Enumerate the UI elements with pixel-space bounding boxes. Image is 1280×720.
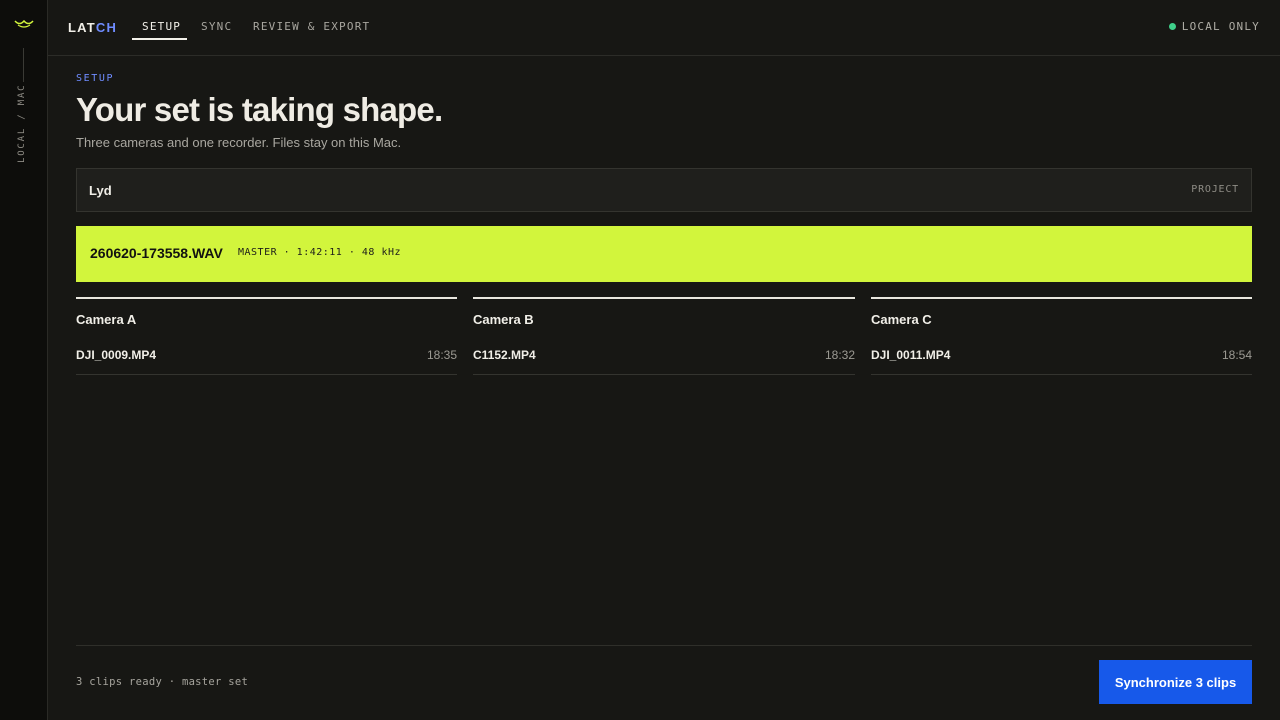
clip-row[interactable]: DJI_0011.MP4 18:54: [871, 339, 1252, 375]
side-rail: LOCAL / MAC: [0, 0, 48, 720]
status-label: LOCAL ONLY: [1181, 20, 1260, 33]
synchronize-button[interactable]: Synchronize 3 clips: [1099, 660, 1252, 704]
footer-status: 3 clips ready · master set: [76, 676, 249, 688]
page-title: Your set is taking shape.: [76, 91, 443, 128]
rail-divider: [23, 48, 24, 82]
section-eyebrow: SETUP: [76, 73, 115, 84]
wave-icon: [14, 19, 34, 28]
master-audio-card[interactable]: 260620-173558.WAV MASTER · 1:42:11 · 48 …: [76, 226, 1252, 282]
project-tag: PROJECT: [1191, 184, 1239, 195]
master-file-meta: MASTER · 1:42:11 · 48 kHz: [238, 247, 402, 258]
clip-duration: 18:35: [426, 348, 457, 362]
brand-logo: LATCH: [68, 20, 117, 35]
connection-status: LOCAL ONLY: [1168, 20, 1260, 33]
camera-column-c: Camera C DJI_0011.MP4 18:54: [871, 297, 1252, 375]
clip-row[interactable]: C1152.MP4 18:32: [473, 339, 855, 375]
clip-duration: 18:32: [824, 348, 855, 362]
clip-duration: 18:54: [1221, 348, 1252, 362]
clip-name: DJI_0009.MP4: [76, 348, 157, 362]
camera-column-b: Camera B C1152.MP4 18:32: [473, 297, 855, 375]
clip-name: C1152.MP4: [473, 348, 536, 362]
project-name: Lyd: [89, 183, 112, 198]
project-name-field[interactable]: Lyd PROJECT: [76, 168, 1252, 212]
top-bar: LATCH SETUP SYNC REVIEW & EXPORT LOCAL O…: [48, 0, 1280, 56]
rail-label: LOCAL / MAC: [17, 83, 27, 163]
camera-title: Camera B: [473, 312, 534, 327]
footer-divider: [76, 645, 1252, 646]
brand-suffix: CH: [95, 20, 118, 35]
tab-setup[interactable]: SETUP: [142, 20, 181, 33]
brand-prefix: LAT: [68, 20, 96, 35]
camera-title: Camera C: [871, 312, 932, 327]
tab-sync[interactable]: SYNC: [201, 20, 232, 33]
camera-column-a: Camera A DJI_0009.MP4 18:35: [76, 297, 457, 375]
page-subtitle: Three cameras and one recorder. Files st…: [76, 135, 402, 150]
clip-name: DJI_0011.MP4: [871, 348, 951, 362]
master-file-name: 260620-173558.WAV: [90, 245, 223, 261]
status-dot-icon: [1168, 23, 1176, 30]
tab-review-export[interactable]: REVIEW & EXPORT: [253, 20, 370, 33]
clip-row[interactable]: DJI_0009.MP4 18:35: [76, 339, 457, 375]
active-tab-indicator: [132, 38, 187, 40]
camera-title: Camera A: [76, 312, 137, 327]
